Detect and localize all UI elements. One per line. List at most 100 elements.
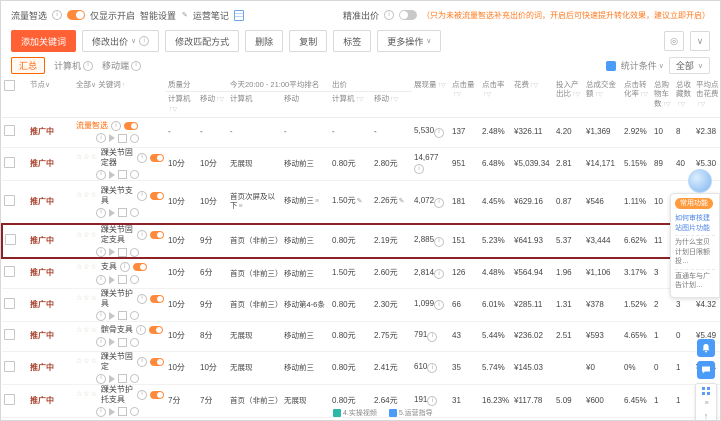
- footer-item[interactable]: 4.实操视频: [333, 408, 377, 418]
- info-icon[interactable]: i: [434, 236, 445, 247]
- keyword-link[interactable]: 流量智选: [76, 121, 108, 131]
- document-icon[interactable]: [233, 9, 244, 21]
- keyword-action-icons[interactable]: i: [96, 207, 164, 218]
- help-link[interactable]: 如何审核建站图片功能: [675, 212, 715, 235]
- sub-col-bid-pc[interactable]: 计算机↑▽: [330, 91, 373, 118]
- keyword-action-icons[interactable]: i: [96, 373, 164, 383]
- bid-pc-value[interactable]: 0.80元: [332, 396, 356, 405]
- keyword-action-icons[interactable]: i: [96, 310, 164, 320]
- col-ctr[interactable]: 点击率↑▽: [480, 78, 513, 118]
- remove-icon[interactable]: [130, 337, 139, 347]
- box-icon[interactable]: [118, 275, 127, 285]
- bid-pc-value[interactable]: 0.80元: [332, 363, 356, 372]
- keyword-action-icons[interactable]: i: [96, 133, 164, 143]
- info-icon[interactable]: i: [96, 169, 106, 179]
- tab-pc[interactable]: 计算机 i: [54, 59, 94, 72]
- remove-icon[interactable]: [130, 208, 139, 218]
- bid-mobile-value[interactable]: 2.60元: [374, 268, 398, 277]
- smart-toggle[interactable]: [150, 231, 164, 239]
- info-icon[interactable]: i: [119, 262, 130, 273]
- footer-item[interactable]: 5.运营指导: [388, 408, 433, 418]
- bid-mobile-value[interactable]: 2.19元: [374, 236, 398, 245]
- row-checkbox[interactable]: [4, 266, 15, 278]
- keyword-link[interactable]: 踝关节固定支具: [101, 226, 134, 245]
- info-icon[interactable]: i: [96, 406, 106, 416]
- info-icon[interactable]: i: [434, 197, 445, 208]
- bid-pc-value[interactable]: 1.50元: [332, 268, 356, 277]
- back-to-top-button[interactable]: ↑: [704, 412, 709, 421]
- bid-mobile-value[interactable]: 2.41元: [374, 363, 398, 372]
- stat-condition-dropdown[interactable]: 统计条件 ∨: [621, 59, 664, 72]
- info-icon[interactable]: i: [111, 121, 121, 131]
- col-cost[interactable]: 花费↑▽: [512, 78, 555, 118]
- list-icon[interactable]: ≡: [315, 198, 319, 205]
- smart-toggle[interactable]: [150, 191, 164, 200]
- bid-pc-value[interactable]: -: [332, 127, 335, 136]
- col-sales[interactable]: 总成交金额↑▽: [584, 78, 623, 118]
- help-link[interactable]: 为什么宝贝计划日限额投…: [675, 235, 715, 268]
- info-icon[interactable]: i: [96, 133, 106, 143]
- smart-toggle[interactable]: [150, 390, 164, 399]
- edit-bid-icon[interactable]: ✎: [399, 198, 405, 205]
- smart-toggle[interactable]: [132, 263, 147, 272]
- remove-icon[interactable]: [130, 374, 139, 383]
- keyword-link[interactable]: 髌骨支具: [101, 325, 133, 335]
- col-cvr[interactable]: 点击转化率↑▽: [622, 78, 653, 118]
- col-cart[interactable]: 总购物车数↑▽: [652, 78, 675, 118]
- box-icon[interactable]: [118, 337, 127, 347]
- info-icon[interactable]: i: [427, 331, 438, 342]
- info-icon[interactable]: i: [384, 10, 394, 20]
- play-icon[interactable]: [109, 338, 115, 347]
- row-checkbox[interactable]: [4, 156, 15, 168]
- box-icon[interactable]: [118, 247, 127, 256]
- info-icon[interactable]: i: [96, 247, 106, 256]
- delete-button[interactable]: 删除: [245, 30, 284, 52]
- remove-icon[interactable]: [130, 247, 139, 256]
- sub-col-bid-mobile[interactable]: 移动↑▽: [372, 91, 413, 118]
- keyword-action-icons[interactable]: i: [96, 169, 164, 179]
- info-icon[interactable]: i: [137, 293, 147, 304]
- bid-pc-value[interactable]: 0.80元: [332, 159, 356, 168]
- keyword-link[interactable]: 踝关节支具: [101, 186, 134, 206]
- info-icon[interactable]: i: [434, 127, 445, 138]
- all-filter[interactable]: 全部∨: [76, 80, 96, 89]
- box-icon[interactable]: [118, 311, 127, 320]
- list-icon[interactable]: ≡: [704, 400, 708, 407]
- bid-mobile-value[interactable]: 2.64元: [374, 396, 398, 405]
- keyword-action-icons[interactable]: i: [96, 406, 164, 416]
- notes-label[interactable]: 运营笔记: [193, 9, 229, 22]
- keyword-link[interactable]: 支具: [101, 262, 117, 272]
- box-icon[interactable]: [118, 133, 127, 143]
- remove-icon[interactable]: [130, 275, 139, 285]
- row-checkbox[interactable]: [4, 360, 15, 372]
- smart-toggle[interactable]: [124, 122, 138, 130]
- keyword-action-icons[interactable]: i: [96, 274, 164, 285]
- info-icon[interactable]: i: [137, 389, 147, 400]
- smart-settings-label[interactable]: 智能设置: [140, 9, 176, 22]
- bid-mobile-value[interactable]: -: [374, 127, 377, 136]
- help-link[interactable]: 直通车与广告计划…: [675, 268, 715, 293]
- keyword-action-icons[interactable]: i: [96, 337, 164, 348]
- bid-mobile-value[interactable]: 2.26元: [374, 196, 398, 205]
- notification-bell-button[interactable]: [697, 339, 715, 357]
- smart-toggle[interactable]: [150, 153, 164, 162]
- info-icon[interactable]: i: [137, 230, 147, 240]
- only-show-label[interactable]: 仅显示开启: [90, 9, 135, 22]
- precise-bid-toggle[interactable]: [399, 10, 417, 20]
- info-icon[interactable]: i: [427, 363, 438, 374]
- sub-col-quality-pc[interactable]: 计算机↑▽: [166, 91, 198, 118]
- row-checkbox[interactable]: [5, 234, 16, 245]
- col-impressions[interactable]: 展现量↑▽: [412, 78, 451, 118]
- bid-pc-value[interactable]: 1.50元: [332, 196, 356, 205]
- col-cpc[interactable]: 平均点击花费↑▽: [694, 78, 720, 118]
- row-checkbox[interactable]: [4, 329, 15, 340]
- info-icon[interactable]: i: [137, 152, 147, 163]
- feedback-grid-icon[interactable]: [702, 387, 705, 390]
- col-roi[interactable]: 投入产出比↑▽: [554, 78, 585, 118]
- bid-mobile-value[interactable]: 2.30元: [374, 300, 398, 309]
- box-icon[interactable]: [118, 208, 127, 218]
- tab-summary[interactable]: 汇总: [11, 57, 46, 74]
- play-icon[interactable]: [109, 374, 115, 383]
- more-actions-button[interactable]: 更多操作 ∨: [377, 30, 442, 52]
- col-clicks[interactable]: 点击量↑▽: [450, 78, 481, 118]
